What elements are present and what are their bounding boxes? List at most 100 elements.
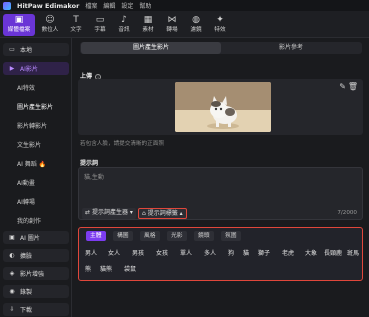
sidebar-item-label: AI影片 [20,66,38,73]
stock-icon: ▦ [143,15,153,25]
char-counter: 7/2000 [337,210,357,216]
category-lighting[interactable]: 光影 [167,231,187,241]
generator-icon: ⇄ [85,209,91,216]
tag-item[interactable]: 貓 [243,248,249,257]
prompt-text: 貓,生動 [84,174,104,181]
sidebar-item-label: 錄製 [20,289,33,296]
sidebar-sub-ai-dance[interactable]: AI 舞蹈 🔥 [17,159,46,168]
edit-icon[interactable]: ✎ [339,82,346,91]
tool-stock-label: 素材 [142,27,154,33]
sidebar-sub-ai-animation[interactable]: AI動畫 [17,178,35,187]
menu-help[interactable]: 幫助 [139,1,151,10]
category-composition[interactable]: 構圖 [113,231,133,241]
sidebar-item-local[interactable]: ▭ 本地 [3,43,69,56]
tool-avatar[interactable]: ☺ 數位人 [39,14,61,36]
tag-item[interactable]: 男人 [85,248,97,257]
folder-icon: ▭ [9,46,15,53]
media-icon: ▣ [14,15,24,25]
sidebar-item-face[interactable]: ◐ 擴臉 [3,249,69,262]
tool-subtitle-label: 字幕 [94,27,106,33]
tag-item[interactable]: 女孩 [156,248,168,257]
tool-audio[interactable]: ♪ 音訊 [113,14,135,36]
upload-area[interactable]: ✎ 🗑 [78,79,363,135]
main-panel: 圖片產生影片 影片參考 上傳 i ✎ 🗑 若包含人臉，請提交清晰的正面照 提示詞… [72,38,369,317]
app-title: HitPaw Edimakor [17,1,80,10]
tag-item[interactable]: 多人 [204,248,216,257]
hot-flame-icon: 🔥 [38,161,47,168]
menu-file[interactable]: 檔案 [85,1,97,10]
prompt-tags-label: 提示詞標籤 [147,210,178,217]
sidebar-sub-my-creations[interactable]: 我的創作 [17,216,41,225]
tool-transition[interactable]: ⋈ 轉場 [161,14,183,36]
tag-item[interactable]: 女人 [108,248,120,257]
ai-image-icon: ▣ [9,234,15,241]
tag-item[interactable]: 袋鼠 [124,264,136,273]
tag-item[interactable]: 大象 [305,248,317,257]
mode-tabs: 圖片產生影片 影片參考 [80,42,362,54]
ai-dance-label: AI 舞蹈 [17,161,37,168]
tool-media-label: 媒體檔案 [7,27,31,33]
app-logo-icon [3,1,11,10]
sidebar-item-ai-image[interactable]: ▣ AI 圖片 [3,231,69,244]
tag-item[interactable]: 斑馬 [347,248,359,257]
kitten-image [175,82,271,132]
title-bar: HitPaw Edimakor 檔案 編輯 設定 幫助 [0,0,369,11]
tool-subtitle[interactable]: ▭ 字幕 [89,14,111,36]
subtitle-icon: ▭ [95,15,105,25]
tab-image-to-video[interactable]: 圖片產生影片 [81,42,221,54]
tool-effects-label: 特效 [214,27,226,33]
sidebar-item-label: 下載 [20,307,33,314]
sidebar-sub-image-to-video[interactable]: 圖片產生影片 [17,102,53,111]
tool-transition-label: 轉場 [166,27,178,33]
avatar-icon: ☺ [45,15,55,25]
sidebar-item-label: 影片增強 [20,271,45,278]
tab-video-reference[interactable]: 影片參考 [221,42,361,54]
tag-item[interactable]: 單人 [180,248,192,257]
sidebar-item-record[interactable]: ◉ 錄製 [3,285,69,298]
record-icon: ◉ [9,288,15,295]
tool-effects[interactable]: ✦ 特效 [209,14,231,36]
tool-text[interactable]: T 文字 [65,14,87,36]
sidebar-item-enhance[interactable]: ◈ 影片增強 [3,267,69,280]
sidebar: ▭ 本地 ▶ AI影片 AI特效 圖片產生影片 影片轉影片 文生影片 AI 舞蹈… [0,38,72,317]
tool-stock[interactable]: ▦ 素材 [137,14,159,36]
text-icon: T [73,15,79,25]
sidebar-sub-text-to-video[interactable]: 文生影片 [17,140,41,149]
menu-edit[interactable]: 編輯 [103,1,115,10]
prompt-tags-panel: 主體 構圖 風格 光影 鏡頭 氛圍 男人 女人 男孩 女孩 單人 多人 狗 貓 … [78,227,363,281]
menu-settings[interactable]: 設定 [121,1,133,10]
prompt-tags-button[interactable]: ⌂ 提示詞標籤 ▴ [138,208,187,219]
sidebar-item-label: 本地 [20,47,33,54]
sidebar-sub-video-to-video[interactable]: 影片轉影片 [17,121,47,130]
category-subject[interactable]: 主體 [86,231,106,241]
trash-icon[interactable]: 🗑 [348,82,358,91]
tag-item[interactable]: 熊 [85,264,91,273]
chevron-up-icon: ▴ [179,210,183,217]
tool-audio-label: 音訊 [118,27,130,33]
category-atmosphere[interactable]: 氛圍 [221,231,241,241]
prompt-generator-button[interactable]: ⇄ 提示詞產生器 ▾ [82,208,136,219]
ai-video-icon: ▶ [9,65,15,72]
sidebar-item-download[interactable]: ⇩ 下載 [3,303,69,316]
tool-media[interactable]: ▣ 媒體檔案 [3,14,35,36]
sidebar-item-ai-video[interactable]: ▶ AI影片 [3,62,69,75]
category-lens[interactable]: 鏡頭 [194,231,214,241]
tag-item[interactable]: 狗 [228,248,234,257]
tool-text-label: 文字 [70,27,82,33]
prompt-generator-label: 提示詞產生器 [91,209,128,216]
main-toolbar: ▣ 媒體檔案 ☺ 數位人 T 文字 ▭ 字幕 ♪ 音訊 ▦ 素材 ⋈ 轉場 ◍ … [0,11,369,38]
tag-item[interactable]: 長頸鹿 [324,248,342,257]
tool-filter-label: 濾鏡 [190,27,202,33]
transition-icon: ⋈ [167,15,177,25]
face-icon: ◐ [9,252,15,259]
tool-filter[interactable]: ◍ 濾鏡 [185,14,207,36]
filter-icon: ◍ [192,15,200,25]
tag-item[interactable]: 貓熊 [100,264,112,273]
tag-item[interactable]: 男孩 [132,248,144,257]
tag-item[interactable]: 獅子 [258,248,270,257]
download-icon: ⇩ [9,306,15,313]
sidebar-sub-ai-transition[interactable]: AI轉場 [17,197,35,206]
category-style[interactable]: 風格 [140,231,160,241]
sidebar-sub-ai-effects[interactable]: AI特效 [17,83,35,92]
tag-item[interactable]: 老虎 [282,248,294,257]
